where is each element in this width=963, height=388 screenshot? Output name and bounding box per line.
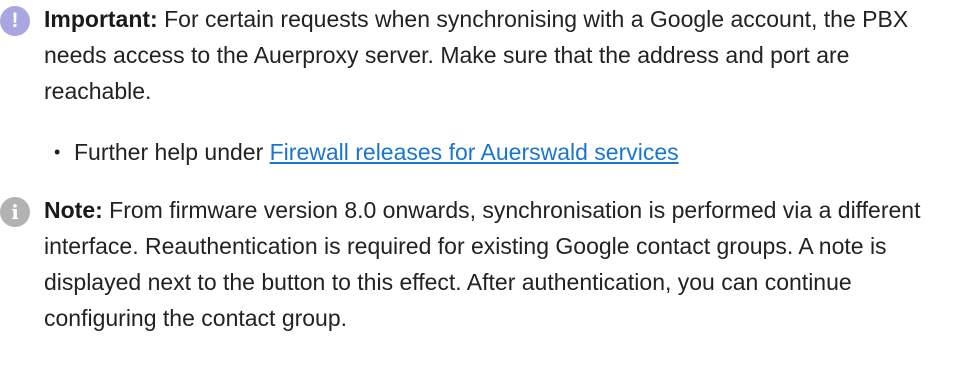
list-item: • Further help under Firewall releases f… [44, 134, 679, 170]
help-prefix: Further help under [74, 139, 270, 165]
important-body: For certain requests when synchronising … [44, 6, 909, 104]
note-body: From firmware version 8.0 onwards, synch… [44, 197, 921, 331]
note-text: Note: From firmware version 8.0 onwards,… [44, 192, 940, 336]
important-notice: ! Important: For certain requests when s… [0, 1, 940, 109]
note-label: Note: [44, 197, 103, 223]
important-text: Important: For certain requests when syn… [44, 1, 940, 109]
help-list: • Further help under Firewall releases f… [44, 134, 679, 170]
important-label: Important: [44, 6, 158, 32]
note-notice: i Note: From firmware version 8.0 onward… [0, 192, 940, 336]
firewall-releases-link[interactable]: Firewall releases for Auerswald services [270, 139, 679, 165]
bullet-icon: • [54, 142, 61, 162]
exclamation-circle-icon: ! [0, 6, 30, 36]
info-circle-icon: i [0, 197, 30, 227]
